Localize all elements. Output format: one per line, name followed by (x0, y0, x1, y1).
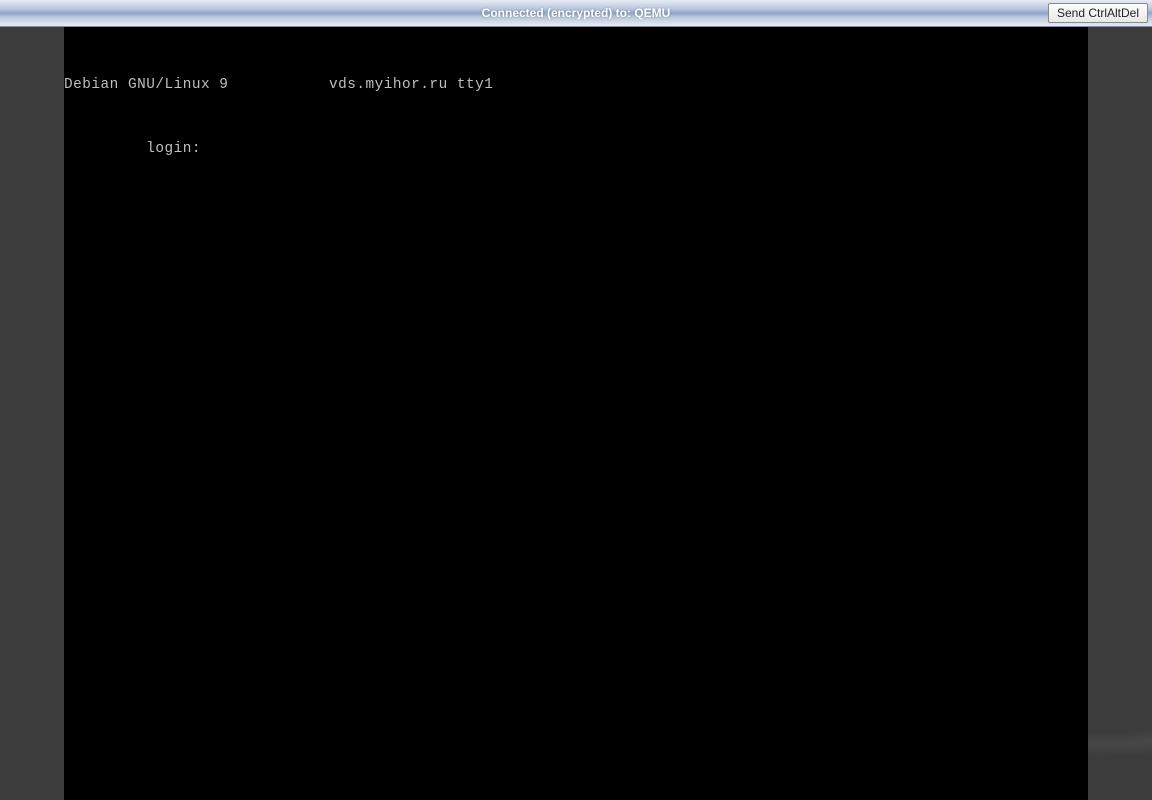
banner-line: Debian GNU/Linux 9 vds.myihor.ru tty1 (64, 77, 1088, 93)
send-ctrl-alt-del-button[interactable]: Send CtrlAltDel (1048, 3, 1148, 23)
login-row: login: (64, 141, 1088, 157)
vnc-status-bar: Connected (encrypted) to: QEMU Send Ctrl… (0, 0, 1152, 27)
terminal-screen[interactable]: Debian GNU/Linux 9 vds.myihor.ru tty1 lo… (64, 27, 1088, 800)
console-wrapper: Debian GNU/Linux 9 vds.myihor.ru tty1 lo… (0, 27, 1152, 800)
login-input[interactable] (210, 141, 410, 157)
login-prompt: login: (64, 141, 210, 157)
connection-status-text: Connected (encrypted) to: QEMU (482, 6, 671, 20)
